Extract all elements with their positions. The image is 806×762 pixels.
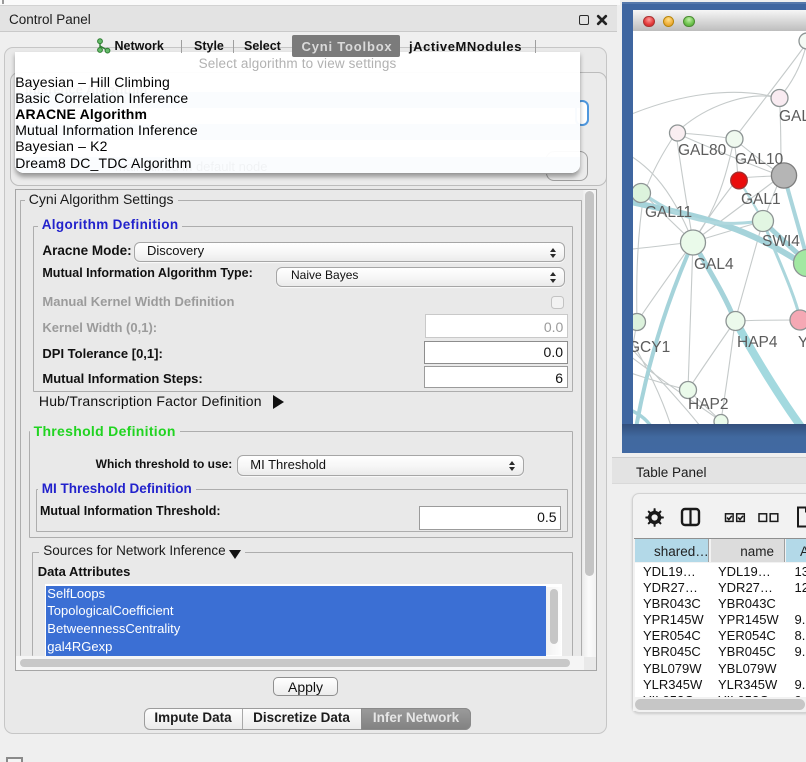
svg-text:SWI4: SWI4 [762,233,800,250]
svg-text:GAL11: GAL11 [645,204,692,221]
svg-text:HAP4: HAP4 [737,334,778,351]
svg-text:HAP2: HAP2 [688,396,729,413]
svg-text:GAL4: GAL4 [694,256,734,273]
svg-text:GAL10: GAL10 [735,151,784,168]
svg-text:GAL2: GAL2 [779,108,806,125]
svg-text:GCY1: GCY1 [633,339,670,356]
svg-text:GAL80: GAL80 [678,142,727,159]
svg-text:YM: YM [798,334,806,351]
svg-text:GAL1: GAL1 [741,191,781,208]
